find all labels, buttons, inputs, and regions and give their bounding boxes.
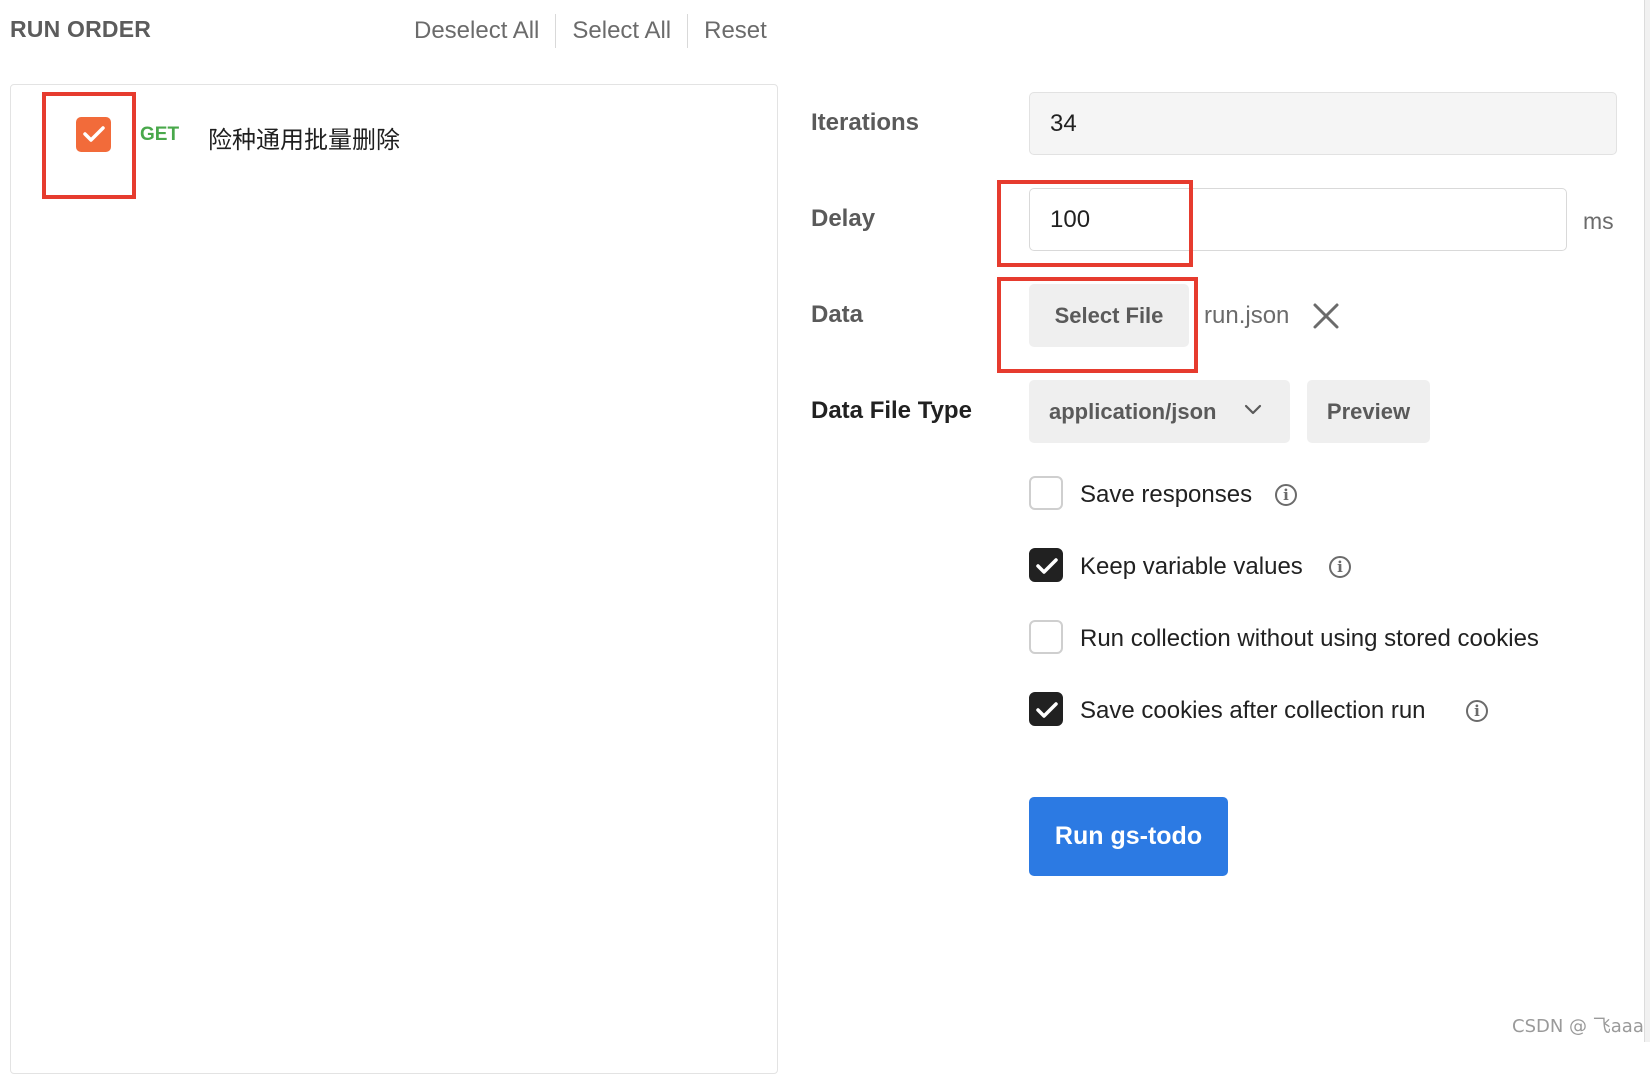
run-collection-button[interactable]: Run gs-todo (1029, 797, 1228, 876)
reset-link[interactable]: Reset (688, 17, 783, 45)
deselect-all-link[interactable]: Deselect All (398, 17, 555, 45)
iterations-value: 34 (1050, 109, 1077, 137)
run-order-title: RUN ORDER (10, 16, 152, 42)
info-icon[interactable]: i (1466, 700, 1488, 722)
request-name[interactable]: 险种通用批量删除 (208, 120, 400, 155)
annotation-box-checkbox (42, 92, 136, 199)
chevron-down-icon (1244, 404, 1262, 415)
data-file-type-label: Data File Type (811, 397, 972, 424)
data-label: Data (811, 301, 864, 328)
watermark: CSDN @ 飞aaa (1512, 1016, 1644, 1037)
checkmark-icon (1036, 702, 1058, 718)
iterations-label: Iterations (811, 109, 920, 136)
scrollbar[interactable] (1644, 0, 1650, 1042)
keep-variable-values-checkbox[interactable] (1029, 548, 1063, 582)
select-all-link[interactable]: Select All (556, 17, 687, 45)
close-icon[interactable] (1312, 302, 1340, 330)
selected-file-name: run.json (1204, 302, 1290, 329)
keep-variable-values-label: Keep variable values (1080, 553, 1303, 580)
request-list-panel (10, 84, 778, 1074)
header-actions: Deselect All Select All Reset (398, 14, 783, 48)
run-without-cookies-label: Run collection without using stored cook… (1080, 625, 1539, 652)
data-file-type-select[interactable]: application/json (1029, 380, 1290, 443)
run-without-cookies-checkbox[interactable] (1029, 620, 1063, 654)
save-responses-label: Save responses (1080, 481, 1253, 508)
delay-unit: ms (1583, 208, 1614, 234)
annotation-box-select-file (997, 277, 1198, 373)
iterations-input[interactable]: 34 (1029, 92, 1617, 155)
annotation-box-delay (997, 180, 1193, 267)
save-cookies-label: Save cookies after collection run (1080, 697, 1426, 724)
info-icon[interactable]: i (1329, 556, 1351, 578)
save-responses-checkbox[interactable] (1029, 476, 1063, 510)
checkmark-icon (1036, 558, 1058, 574)
data-file-type-value: application/json (1049, 398, 1217, 424)
delay-label: Delay (811, 205, 876, 232)
request-method-badge: GET (140, 124, 180, 145)
preview-button[interactable]: Preview (1307, 380, 1430, 443)
save-cookies-checkbox[interactable] (1029, 692, 1063, 726)
info-icon[interactable]: i (1275, 484, 1297, 506)
